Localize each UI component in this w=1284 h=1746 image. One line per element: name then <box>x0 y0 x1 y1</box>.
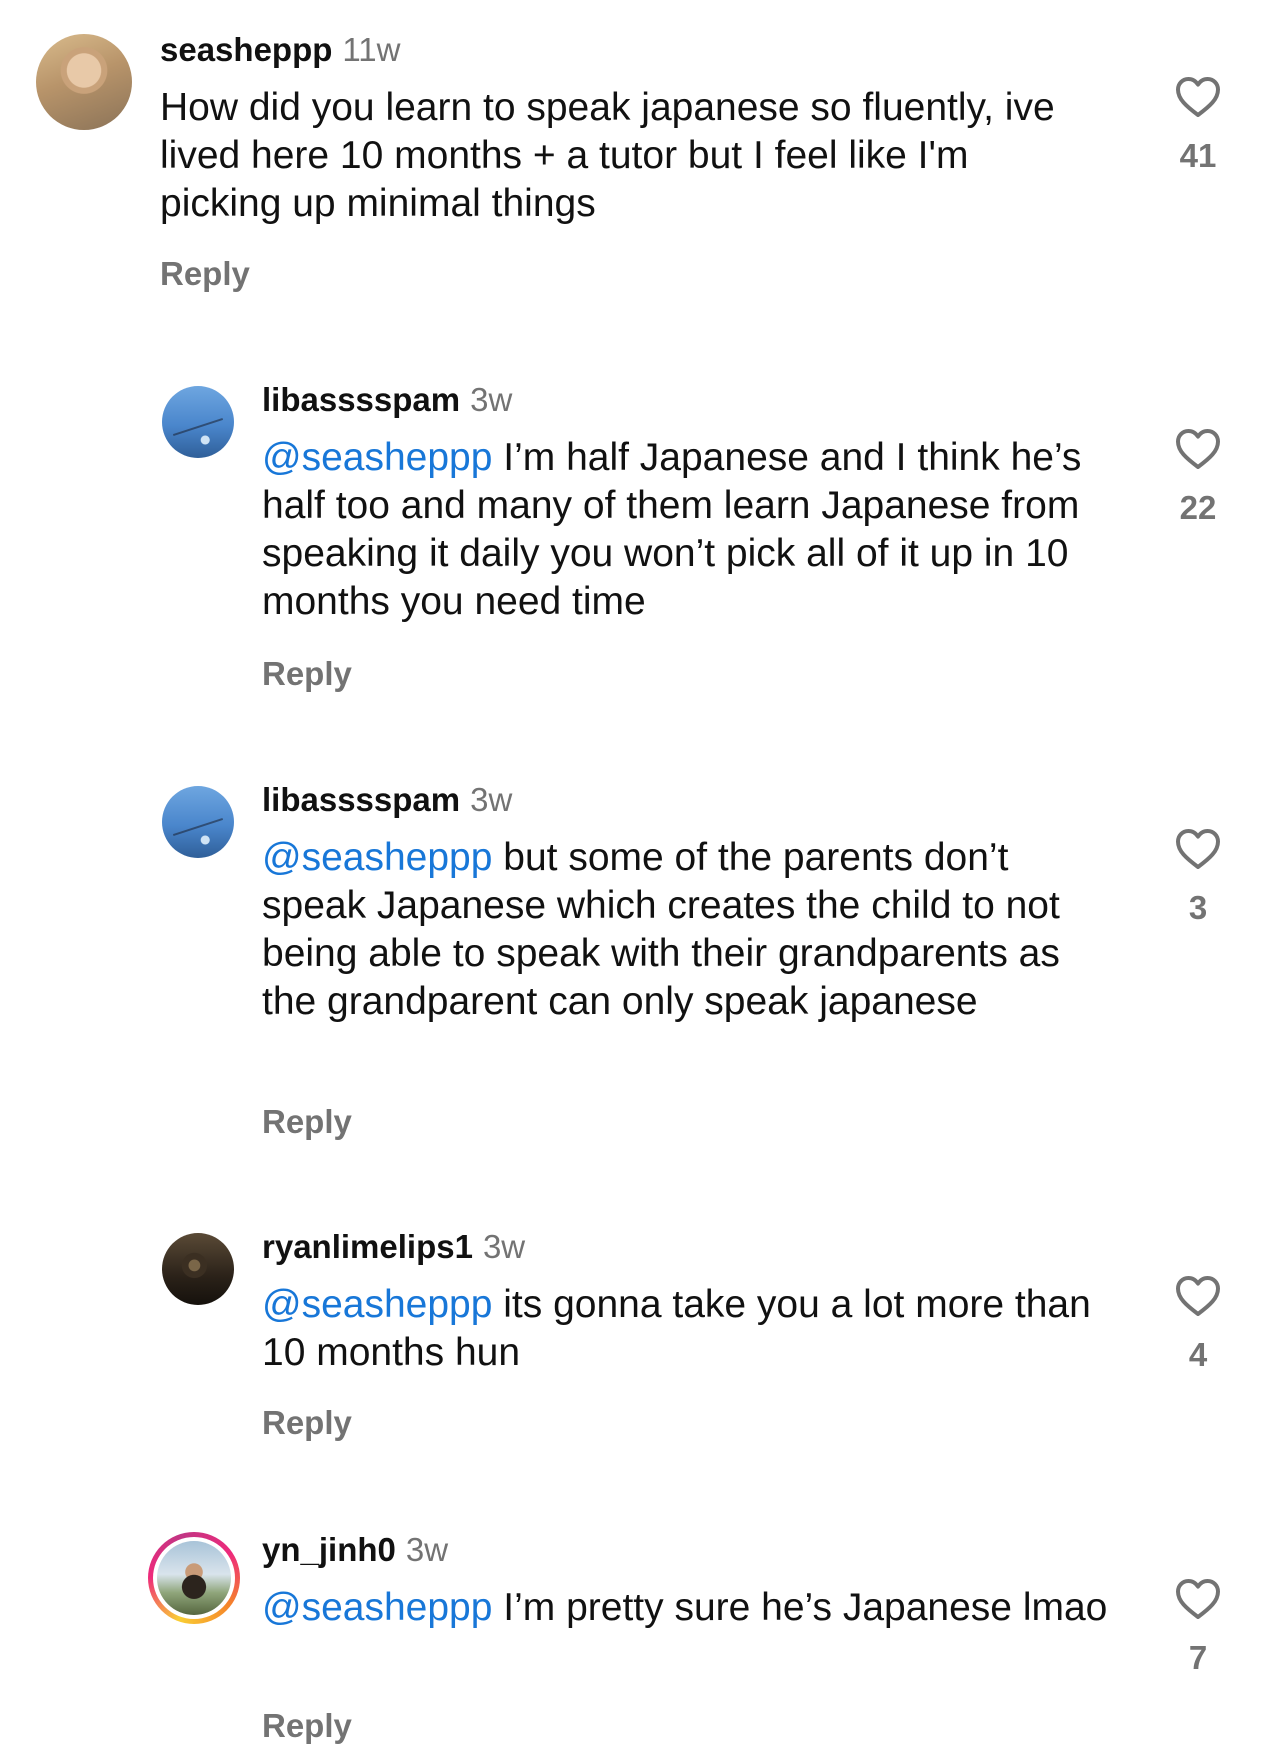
comment-author[interactable]: libasssspam 3w <box>262 380 512 420</box>
comment-time: 3w <box>470 381 513 418</box>
comment-text: @seasheppp I’m half Japanese and I think… <box>262 434 1112 626</box>
comment-body: How did you learn to speak japanese so f… <box>160 86 1055 225</box>
username-text[interactable]: libasssspam <box>262 381 460 418</box>
like-count: 41 <box>1179 137 1217 174</box>
comment-item: seasheppp 11w How did you learn to speak … <box>0 0 1284 300</box>
story-ring[interactable] <box>148 1532 240 1624</box>
reply-comment-item: libasssspam 3w @seasheppp I’m half Japane… <box>0 380 1284 700</box>
avatar[interactable] <box>162 786 234 858</box>
avatar[interactable] <box>36 34 132 130</box>
like-count: 22 <box>1179 489 1217 526</box>
mention-link[interactable]: @seasheppp <box>262 436 492 479</box>
reply-button[interactable]: Reply <box>262 654 352 694</box>
heart-icon[interactable] <box>1174 74 1222 118</box>
like-control[interactable]: 4 <box>1158 1273 1238 1375</box>
comment-text: @seasheppp its gonna take you a lot more… <box>262 1281 1112 1377</box>
mention-link[interactable]: @seasheppp <box>262 1283 492 1326</box>
heart-icon[interactable] <box>1174 826 1222 870</box>
like-count: 7 <box>1188 1639 1208 1676</box>
reply-button[interactable]: Reply <box>262 1102 352 1142</box>
mention-link[interactable]: @seasheppp <box>262 1586 492 1629</box>
like-count: 4 <box>1188 1336 1208 1373</box>
comment-author[interactable]: yn_jinh0 3w <box>262 1530 448 1570</box>
heart-icon[interactable] <box>1174 1273 1222 1317</box>
comment-time: 3w <box>405 1531 449 1568</box>
like-control[interactable]: 22 <box>1158 426 1238 528</box>
comment-text: @seasheppp but some of the parents don’t… <box>262 834 1112 1026</box>
heart-icon[interactable] <box>1174 1576 1222 1620</box>
like-control[interactable]: 41 <box>1158 74 1238 176</box>
comment-body: I’m pretty sure he’s Japanese lmao <box>503 1586 1108 1629</box>
reply-comment-item: libasssspam 3w @seasheppp but some of the… <box>0 780 1284 1150</box>
like-control[interactable]: 3 <box>1158 826 1238 928</box>
reply-comment-item: ryanlimelips1 3w @seasheppp its gonna tak… <box>0 1227 1284 1457</box>
comment-time: 11w <box>342 31 401 68</box>
username-text[interactable]: seasheppp <box>160 31 332 68</box>
comment-text: How did you learn to speak japanese so f… <box>160 84 1100 228</box>
username-text[interactable]: libasssspam <box>262 781 460 818</box>
like-control[interactable]: 7 <box>1158 1576 1238 1678</box>
comment-author[interactable]: libasssspam 3w <box>262 780 512 820</box>
mention-link[interactable]: @seasheppp <box>262 836 492 879</box>
username-text[interactable]: yn_jinh0 <box>262 1531 396 1568</box>
reply-button[interactable]: Reply <box>262 1706 352 1746</box>
comment-time: 3w <box>482 1228 526 1265</box>
reply-button[interactable]: Reply <box>262 1403 352 1443</box>
comment-author[interactable]: ryanlimelips1 3w <box>262 1227 525 1267</box>
comment-author[interactable]: seasheppp 11w <box>160 30 401 70</box>
reply-button[interactable]: Reply <box>160 254 250 294</box>
avatar[interactable] <box>162 1233 234 1305</box>
username-text[interactable]: ryanlimelips1 <box>262 1228 473 1265</box>
avatar[interactable] <box>162 386 234 458</box>
comment-time: 3w <box>470 781 513 818</box>
avatar[interactable] <box>157 1541 231 1615</box>
heart-icon[interactable] <box>1174 426 1222 470</box>
reply-comment-item: yn_jinh0 3w @seasheppp I’m pretty sure he… <box>0 1530 1284 1744</box>
comment-text: @seasheppp I’m pretty sure he’s Japanese… <box>262 1584 1112 1632</box>
like-count: 3 <box>1188 889 1208 926</box>
